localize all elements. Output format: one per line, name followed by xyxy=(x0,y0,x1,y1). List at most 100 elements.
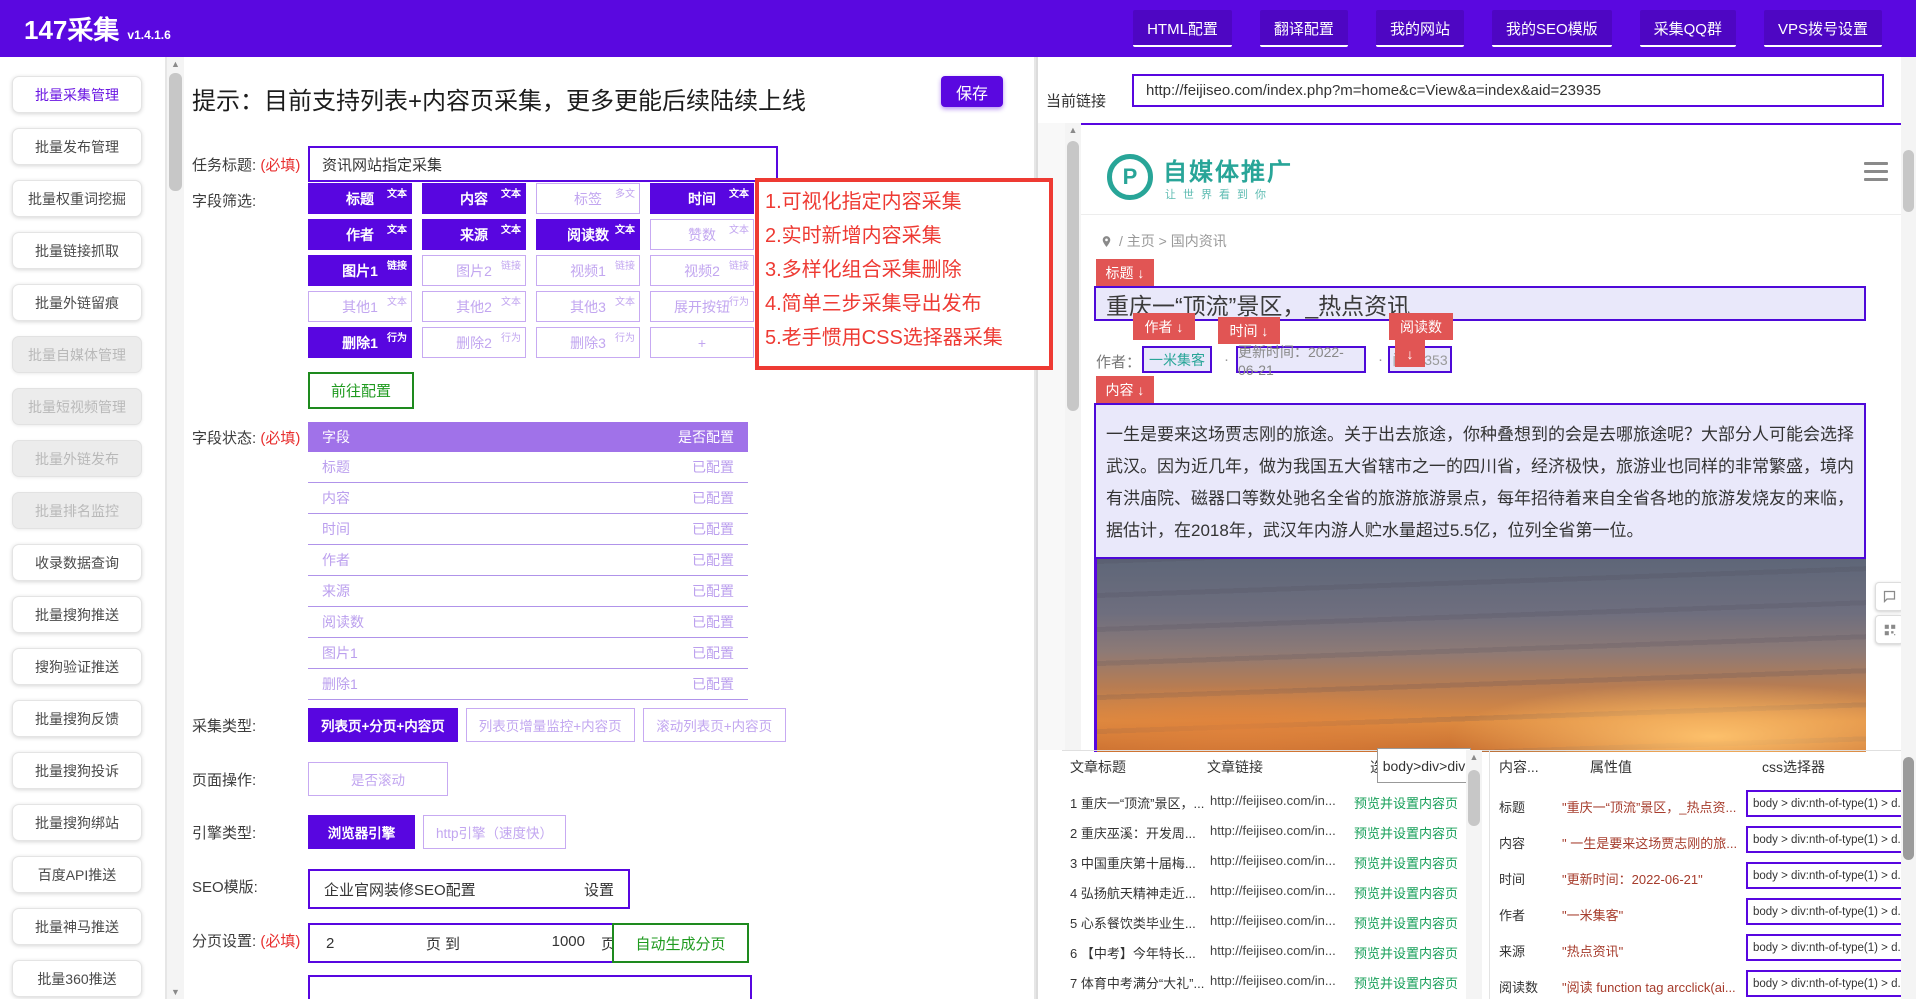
comment-widget-button[interactable] xyxy=(1875,582,1904,611)
sidebar-item-18[interactable]: 批量360推送 xyxy=(12,960,142,997)
top-menu-item-3[interactable]: 我的网站 xyxy=(1376,10,1464,47)
field-button-11[interactable]: 视频1链接 xyxy=(536,255,640,286)
scroll-down-icon[interactable]: ▼ xyxy=(167,985,184,999)
collect-type-option-1[interactable]: 列表页+分页+内容页 xyxy=(308,708,458,742)
pagination-from[interactable]: 2 xyxy=(326,935,334,952)
top-menu-item-4[interactable]: 我的SEO模版 xyxy=(1492,10,1612,47)
list-row-action-4[interactable]: 预览并设置内容页 xyxy=(1354,883,1458,902)
list-row-link-1[interactable]: http://feijiseo.com/in... xyxy=(1210,793,1350,808)
list-row-action-6[interactable]: 预览并设置内容页 xyxy=(1354,943,1458,962)
engine-type-option-1[interactable]: 浏览器引擎 xyxy=(308,815,415,849)
selector-row-css-input-6[interactable]: body > div:nth-of-type(1) > d... xyxy=(1746,970,1906,997)
collect-type-option-3[interactable]: 滚动列表页+内容页 xyxy=(643,708,786,742)
sidebar-item-17[interactable]: 批量神马推送 xyxy=(12,908,142,945)
field-button-7[interactable]: 阅读数文本 xyxy=(536,219,640,250)
list-row-title-7[interactable]: 7 体育中考满分“大礼”... xyxy=(1070,973,1208,992)
sidebar-item-14[interactable]: 批量搜狗投诉 xyxy=(12,752,142,789)
list-row-link-7[interactable]: http://feijiseo.com/in... xyxy=(1210,973,1350,988)
top-menu-item-1[interactable]: HTML配置 xyxy=(1133,10,1232,47)
list-row-link-2[interactable]: http://feijiseo.com/in... xyxy=(1210,823,1350,838)
sidebar-item-5[interactable]: 批量外链留痕 xyxy=(12,284,142,321)
panel-scrollbar-thumb[interactable] xyxy=(1903,757,1914,860)
seo-template-set-button[interactable]: 设置 xyxy=(584,879,614,900)
sidebar-item-15[interactable]: 批量搜狗绑站 xyxy=(12,804,142,841)
goto-config-button[interactable]: 前往配置 xyxy=(308,372,414,409)
sidebar-item-1[interactable]: 批量采集管理 xyxy=(12,76,142,113)
field-button-10[interactable]: 图片2链接 xyxy=(422,255,526,286)
field-button-9[interactable]: 图片1链接 xyxy=(308,255,412,286)
seo-template-box[interactable]: 企业官网装修SEO配置 设置 xyxy=(308,869,630,909)
sidebar-item-10[interactable]: 收录数据查询 xyxy=(12,544,142,581)
selector-row-css-input-5[interactable]: body > div:nth-of-type(1) > d... xyxy=(1746,934,1906,961)
pagination-box[interactable]: 2 页 到 1000 页 xyxy=(308,923,634,963)
sidebar-item-3[interactable]: 批量权重词挖掘 xyxy=(12,180,142,217)
list-row-title-6[interactable]: 6 【中考】今年特长... xyxy=(1070,943,1208,962)
list-row-title-5[interactable]: 5 心系餐饮类毕业生... xyxy=(1070,913,1208,932)
field-button-2[interactable]: 内容文本 xyxy=(422,183,526,214)
sidebar-item-13[interactable]: 批量搜狗反馈 xyxy=(12,700,142,737)
selector-row-css-input-3[interactable]: body > div:nth-of-type(1) > d... xyxy=(1746,862,1906,889)
pagination-to[interactable]: 1000 xyxy=(552,933,585,954)
hamburger-menu-icon[interactable] xyxy=(1864,162,1888,181)
qr-widget-button[interactable] xyxy=(1875,615,1904,644)
top-menu-item-5[interactable]: 采集QQ群 xyxy=(1640,10,1736,47)
field-button-17[interactable]: 删除1行为 xyxy=(308,327,412,358)
field-button-13[interactable]: 其他1文本 xyxy=(308,291,412,322)
pagination-list-box[interactable] xyxy=(308,975,752,999)
preview-scrollbar[interactable]: ▲ xyxy=(1065,123,1081,750)
field-button-16[interactable]: 展开按钮行为 xyxy=(650,291,754,322)
selector-row-css-input-4[interactable]: body > div:nth-of-type(1) > d... xyxy=(1746,898,1906,925)
task-title-input[interactable]: 资讯网站指定采集 xyxy=(308,146,778,182)
field-button-5[interactable]: 作者文本 xyxy=(308,219,412,250)
list-row-link-5[interactable]: http://feijiseo.com/in... xyxy=(1210,913,1350,928)
sidebar-item-4[interactable]: 批量链接抓取 xyxy=(12,232,142,269)
page-scrollbar-thumb[interactable] xyxy=(1903,150,1914,212)
list-row-action-3[interactable]: 预览并设置内容页 xyxy=(1354,853,1458,872)
form-scrollbar-thumb[interactable] xyxy=(169,73,182,191)
list-row-action-5[interactable]: 预览并设置内容页 xyxy=(1354,913,1458,932)
scroll-up-icon[interactable]: ▲ xyxy=(167,57,184,71)
list-row-link-4[interactable]: http://feijiseo.com/in... xyxy=(1210,883,1350,898)
page-action-option-1[interactable]: 是否滚动 xyxy=(308,762,448,796)
field-button-15[interactable]: 其他3文本 xyxy=(536,291,640,322)
save-button[interactable]: 保存 xyxy=(941,76,1003,107)
field-button-19[interactable]: 删除3行为 xyxy=(536,327,640,358)
field-button-4[interactable]: 时间文本 xyxy=(650,183,754,214)
current-link-input[interactable]: http://feijiseo.com/index.php?m=home&c=V… xyxy=(1132,74,1884,107)
selector-row-css-input-1[interactable]: body > div:nth-of-type(1) > d... xyxy=(1746,790,1906,817)
list-row-title-2[interactable]: 2 重庆巫溪：开发周... xyxy=(1070,823,1208,842)
list-row-title-4[interactable]: 4 弘扬航天精神走近... xyxy=(1070,883,1208,902)
list-row-title-3[interactable]: 3 中国重庆第十届梅... xyxy=(1070,853,1208,872)
sidebar-item-11[interactable]: 批量搜狗推送 xyxy=(12,596,142,633)
sidebar-item-12[interactable]: 搜狗验证推送 xyxy=(12,648,142,685)
field-button-1[interactable]: 标题文本 xyxy=(308,183,412,214)
page-scrollbar[interactable] xyxy=(1901,57,1916,999)
list-row-action-1[interactable]: 预览并设置内容页 xyxy=(1354,793,1458,812)
field-button-8[interactable]: 赞数文本 xyxy=(650,219,754,250)
sidebar-item-2[interactable]: 批量发布管理 xyxy=(12,128,142,165)
collect-type-option-2[interactable]: 列表页增量监控+内容页 xyxy=(466,708,635,742)
list-row-action-7[interactable]: 预览并设置内容页 xyxy=(1354,973,1458,992)
preview-scrollbar-thumb[interactable] xyxy=(1067,141,1079,411)
selector-row-css-input-2[interactable]: body > div:nth-of-type(1) > d... xyxy=(1746,826,1906,853)
list-row-link-6[interactable]: http://feijiseo.com/in... xyxy=(1210,943,1350,958)
field-button-14[interactable]: 其他2文本 xyxy=(422,291,526,322)
list-row-link-3[interactable]: http://feijiseo.com/in... xyxy=(1210,853,1350,868)
list-scrollbar[interactable]: ▲ xyxy=(1466,750,1482,999)
list-scrollbar-thumb[interactable] xyxy=(1468,770,1480,826)
scroll-up-icon[interactable]: ▲ xyxy=(1466,750,1482,764)
field-button-18[interactable]: 删除2行为 xyxy=(422,327,526,358)
field-button-20[interactable]: + xyxy=(650,327,754,358)
sidebar-item-16[interactable]: 百度API推送 xyxy=(12,856,142,893)
top-menu-item-2[interactable]: 翻译配置 xyxy=(1260,10,1348,47)
field-button-3[interactable]: 标签多文 xyxy=(536,183,640,214)
scroll-up-icon[interactable]: ▲ xyxy=(1065,123,1081,137)
auto-pagination-button[interactable]: 自动生成分页 xyxy=(612,923,749,963)
field-button-6[interactable]: 来源文本 xyxy=(422,219,526,250)
top-menu-item-6[interactable]: VPS拨号设置 xyxy=(1764,10,1882,47)
list-row-action-2[interactable]: 预览并设置内容页 xyxy=(1354,823,1458,842)
engine-type-option-2[interactable]: http引擎（速度快） xyxy=(423,815,566,849)
field-button-12[interactable]: 视频2链接 xyxy=(650,255,754,286)
list-row-title-1[interactable]: 1 重庆一“顶流”景区，... xyxy=(1070,793,1208,812)
form-scrollbar[interactable]: ▲ ▼ xyxy=(167,57,184,999)
